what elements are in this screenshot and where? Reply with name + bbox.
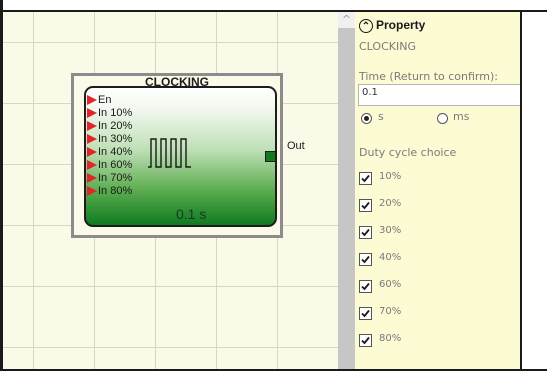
input-port-10[interactable]: In 10%: [86, 107, 132, 120]
time-field-label: Time (Return to confirm):: [359, 70, 498, 83]
duty-30-label: 30%: [379, 225, 402, 236]
duty-70-checkbox[interactable]: [359, 307, 372, 320]
input-arrow-icon: [87, 147, 97, 157]
input-arrow-icon: [87, 173, 97, 183]
output-port[interactable]: [265, 151, 276, 162]
duty-80-label: 80%: [379, 333, 402, 344]
checkmark-icon: [361, 309, 370, 318]
input-arrow-icon: [87, 108, 97, 118]
vertical-scrollbar[interactable]: ^: [338, 12, 355, 369]
checkmark-icon: [361, 201, 370, 210]
input-label: En: [98, 94, 112, 106]
input-port-60[interactable]: In 60%: [86, 159, 132, 172]
input-arrow-icon: [87, 134, 97, 144]
input-port-20[interactable]: In 20%: [86, 120, 132, 133]
duty-20-checkbox[interactable]: [359, 199, 372, 212]
time-input[interactable]: 0.1: [358, 84, 521, 106]
pulse-train-icon: [148, 138, 191, 168]
duty-40-label: 40%: [379, 252, 402, 263]
unit-s-radio[interactable]: [361, 113, 372, 124]
panel-border: [520, 12, 522, 369]
duty-80-checkbox[interactable]: [359, 334, 372, 347]
input-label: In 40%: [98, 146, 133, 158]
duty-30-checkbox[interactable]: [359, 226, 372, 239]
scroll-up-icon[interactable]: ^: [338, 12, 355, 28]
input-arrow-icon: [87, 121, 97, 131]
duty-60-label: 60%: [379, 279, 402, 290]
checkmark-icon: [361, 255, 370, 264]
input-port-70[interactable]: In 70%: [86, 172, 132, 185]
input-list: En In 10% In 20% In 30% In 40% In 60% In…: [86, 94, 132, 198]
checkmark-icon: [361, 336, 370, 345]
duty-20-label: 20%: [379, 198, 402, 209]
input-port-en[interactable]: En: [86, 94, 132, 107]
panel-header: ⌃ Property: [359, 18, 425, 33]
input-port-80[interactable]: In 80%: [86, 185, 132, 198]
duty-10-checkbox[interactable]: [359, 172, 372, 185]
unit-s-label: s: [378, 110, 384, 123]
input-label: In 60%: [98, 159, 133, 171]
scroll-thumb[interactable]: [340, 29, 353, 369]
output-label: Out: [287, 140, 305, 152]
duty-10-label: 10%: [379, 171, 402, 182]
duty-cycle-label: Duty cycle choice: [359, 146, 457, 159]
input-arrow-icon: [87, 160, 97, 170]
time-value-label: 0.1 s: [176, 206, 207, 222]
duty-70-label: 70%: [379, 306, 402, 317]
block-body[interactable]: En In 10% In 20% In 30% In 40% In 60% In…: [84, 86, 277, 227]
checkmark-icon: [361, 282, 370, 291]
duty-40-checkbox[interactable]: [359, 253, 372, 266]
unit-ms-label: ms: [453, 110, 470, 123]
input-port-40[interactable]: In 40%: [86, 146, 132, 159]
checkmark-icon: [361, 174, 370, 183]
input-arrow-icon: [87, 95, 97, 105]
property-panel: ⌃ Property CLOCKING Time (Return to confi…: [355, 12, 521, 369]
input-arrow-icon: [87, 186, 97, 196]
input-label: In 70%: [98, 172, 133, 184]
checkmark-icon: [361, 228, 370, 237]
panel-subtitle: CLOCKING: [359, 40, 416, 53]
clocking-block[interactable]: CLOCKING En In 10% In 20% In 30% In 40% …: [71, 73, 283, 238]
input-label: In 80%: [98, 185, 133, 197]
unit-ms-radio[interactable]: [437, 113, 448, 124]
input-label: In 20%: [98, 120, 133, 132]
input-port-30[interactable]: In 30%: [86, 133, 132, 146]
input-label: In 30%: [98, 133, 133, 145]
input-label: In 10%: [98, 107, 133, 119]
collapse-up-icon[interactable]: ⌃: [359, 18, 373, 33]
panel-title: Property: [376, 18, 426, 32]
duty-60-checkbox[interactable]: [359, 280, 372, 293]
